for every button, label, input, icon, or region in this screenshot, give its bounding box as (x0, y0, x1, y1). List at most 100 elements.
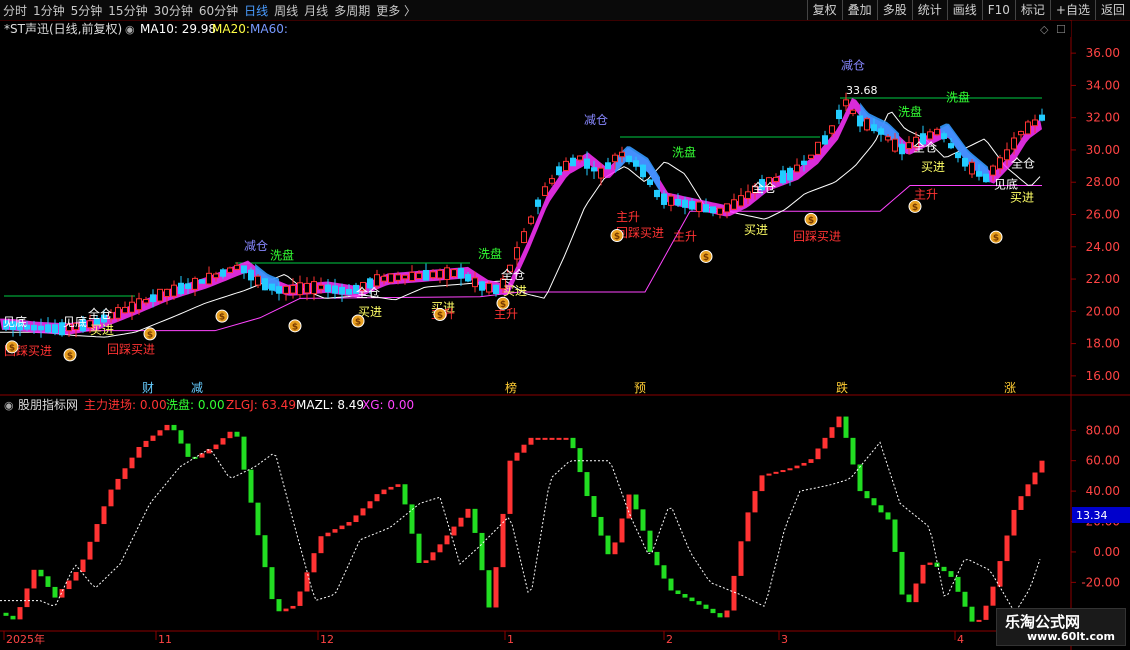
osc-bar (521, 444, 527, 453)
signal-label: 全仓 (913, 140, 937, 155)
candle-body (892, 138, 898, 152)
diamond-icon[interactable]: ◇ (1040, 23, 1049, 36)
candle-body (528, 216, 534, 224)
money-bag-symbol: $ (437, 311, 443, 321)
candle-body (262, 278, 268, 291)
osc-bar (122, 468, 128, 479)
candle-body (227, 267, 233, 273)
money-bag-symbol: $ (67, 351, 73, 361)
osc-bar (339, 525, 345, 530)
price-tick-label: 20.00 (1086, 304, 1120, 318)
osc-bar (24, 588, 30, 608)
candle-body (437, 269, 443, 279)
candle-body (332, 285, 338, 294)
chart-area[interactable]: 36.0034.0032.0030.0028.0026.0024.0022.00… (0, 0, 1130, 650)
candle-body (143, 298, 149, 304)
candle-body (486, 282, 492, 293)
candle-body (339, 286, 345, 295)
osc-bar (542, 437, 548, 440)
osc-bar (423, 560, 429, 563)
date-tick-label: 12 (320, 633, 334, 646)
price-tick-label: 32.00 (1086, 111, 1120, 125)
osc-bar (129, 457, 135, 469)
osc-bar (857, 464, 863, 492)
candle-body (416, 272, 422, 280)
osc-bar (38, 569, 44, 577)
osc-bar (878, 505, 884, 513)
candle-body (241, 265, 247, 274)
candle-body (612, 154, 618, 163)
candle-body (38, 325, 44, 331)
candle-body (591, 167, 597, 172)
sub-title: 股朋指标网 (18, 397, 78, 412)
osc-bar (885, 512, 891, 520)
candle-body (703, 204, 709, 213)
osc-bar (654, 551, 660, 566)
candle-body (941, 133, 947, 139)
candle-body (724, 203, 730, 213)
osc-bar (801, 462, 807, 466)
osc-bar (759, 475, 765, 492)
candle-body (52, 324, 58, 334)
osc-bar (962, 591, 968, 607)
candle-body (535, 199, 541, 207)
osc-bar (52, 586, 58, 598)
osc-bar (31, 569, 37, 589)
money-bag-symbol: $ (355, 318, 361, 328)
candle-body (647, 179, 653, 185)
osc-bar (1018, 496, 1024, 510)
osc-bar (115, 478, 121, 490)
candle-body (248, 269, 254, 281)
candle-body (199, 279, 205, 284)
date-tick-label: 4 (957, 633, 964, 646)
osc-bar (815, 448, 821, 460)
signal-label: 回踩买进 (616, 226, 664, 240)
close-panel-icon[interactable]: ☐ (1056, 23, 1066, 36)
candle-body (311, 281, 317, 295)
osc-bar (402, 484, 408, 505)
candle-body (731, 199, 737, 210)
event-badge: 财 (142, 381, 154, 395)
osc-bar (353, 515, 359, 523)
candle-body (395, 274, 401, 281)
osc-bar (507, 460, 513, 514)
signal-label: 回踩买进 (793, 229, 841, 243)
candle-body (1011, 137, 1017, 150)
sub-collapse-icon[interactable]: ◉ (4, 399, 14, 412)
osc-bar (150, 435, 156, 441)
candle-body (696, 201, 702, 212)
osc-bar (465, 508, 471, 518)
osc-bar (395, 484, 401, 487)
candle-body (388, 273, 394, 283)
osc-bar (682, 594, 688, 598)
osc-bar (255, 502, 261, 536)
candle-body (878, 128, 884, 135)
osc-bar (941, 566, 947, 572)
candle-body (136, 298, 142, 311)
candle-body (472, 277, 478, 288)
signal-label: 洗盘 (672, 144, 696, 159)
osc-bar (1004, 535, 1010, 562)
osc-bar (318, 536, 324, 554)
candle-body (619, 151, 625, 158)
osc-bar (458, 517, 464, 527)
candle-body (682, 199, 688, 208)
osc-bar (157, 430, 163, 436)
osc-bar (332, 529, 338, 533)
candle-body (276, 286, 282, 294)
date-tick-label: 11 (158, 633, 172, 646)
signal-label: 洗盘 (898, 104, 922, 119)
osc-bar (836, 416, 842, 428)
candle-body (689, 200, 695, 210)
osc-tick-label: 0.00 (1093, 545, 1120, 559)
candle-body (577, 155, 583, 161)
osc-bar (752, 491, 758, 513)
price-tick-label: 18.00 (1086, 337, 1120, 351)
osc-bar (983, 605, 989, 620)
candle-body (220, 269, 226, 277)
osc-bar (388, 486, 394, 490)
osc-bar (997, 561, 1003, 587)
candle-body (1032, 119, 1038, 127)
collapse-icon[interactable]: ◉ (125, 23, 135, 36)
osc-bar (59, 589, 65, 598)
